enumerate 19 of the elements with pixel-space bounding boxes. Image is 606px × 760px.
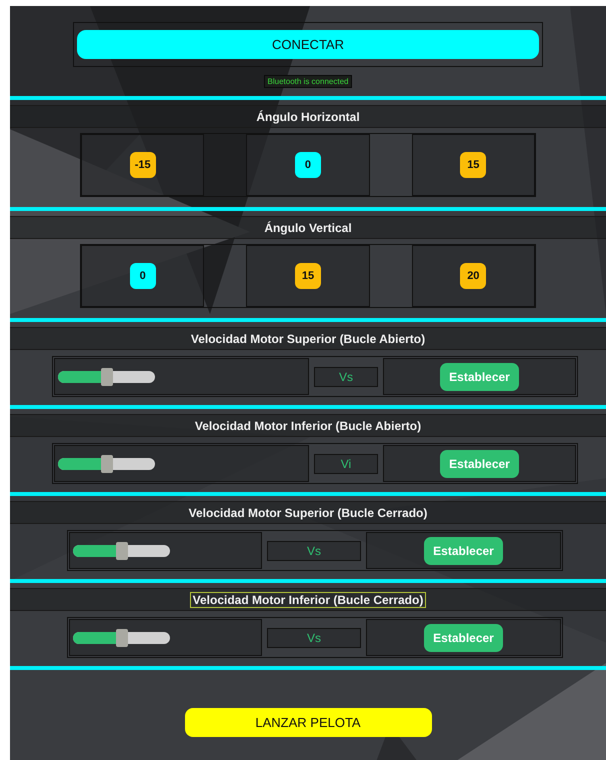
angle-button[interactable]: 0 [294, 152, 321, 178]
section-title: Ángulo Vertical [263, 220, 353, 234]
section-title: Velocidad Motor Inferior (Bucle Cerrado) [190, 592, 426, 606]
connection-status: Bluetooth is connected [264, 75, 352, 88]
section-title: Ángulo Horizontal [255, 110, 361, 124]
connect-button[interactable]: CONECTAR [77, 30, 539, 59]
value-field: Vs [314, 366, 378, 386]
section-title: Velocidad Motor Superior (Bucle Abierto) [190, 332, 426, 346]
value-field: Vs [267, 540, 361, 560]
angle-button[interactable]: 15 [460, 152, 486, 178]
value-field: Vs [267, 628, 361, 648]
launch-button[interactable]: LANZAR PELOTA [184, 708, 432, 736]
section-title: Velocidad Motor Superior (Bucle Cerrado) [188, 506, 428, 520]
angle-button[interactable]: 20 [460, 263, 486, 289]
value-field: Vi [314, 454, 378, 474]
angle-button[interactable]: 0 [130, 263, 156, 289]
angle-button[interactable]: 15 [294, 263, 321, 289]
angle-button[interactable]: -15 [130, 152, 156, 178]
section-title: Velocidad Motor Inferior (Bucle Abierto) [194, 418, 422, 432]
